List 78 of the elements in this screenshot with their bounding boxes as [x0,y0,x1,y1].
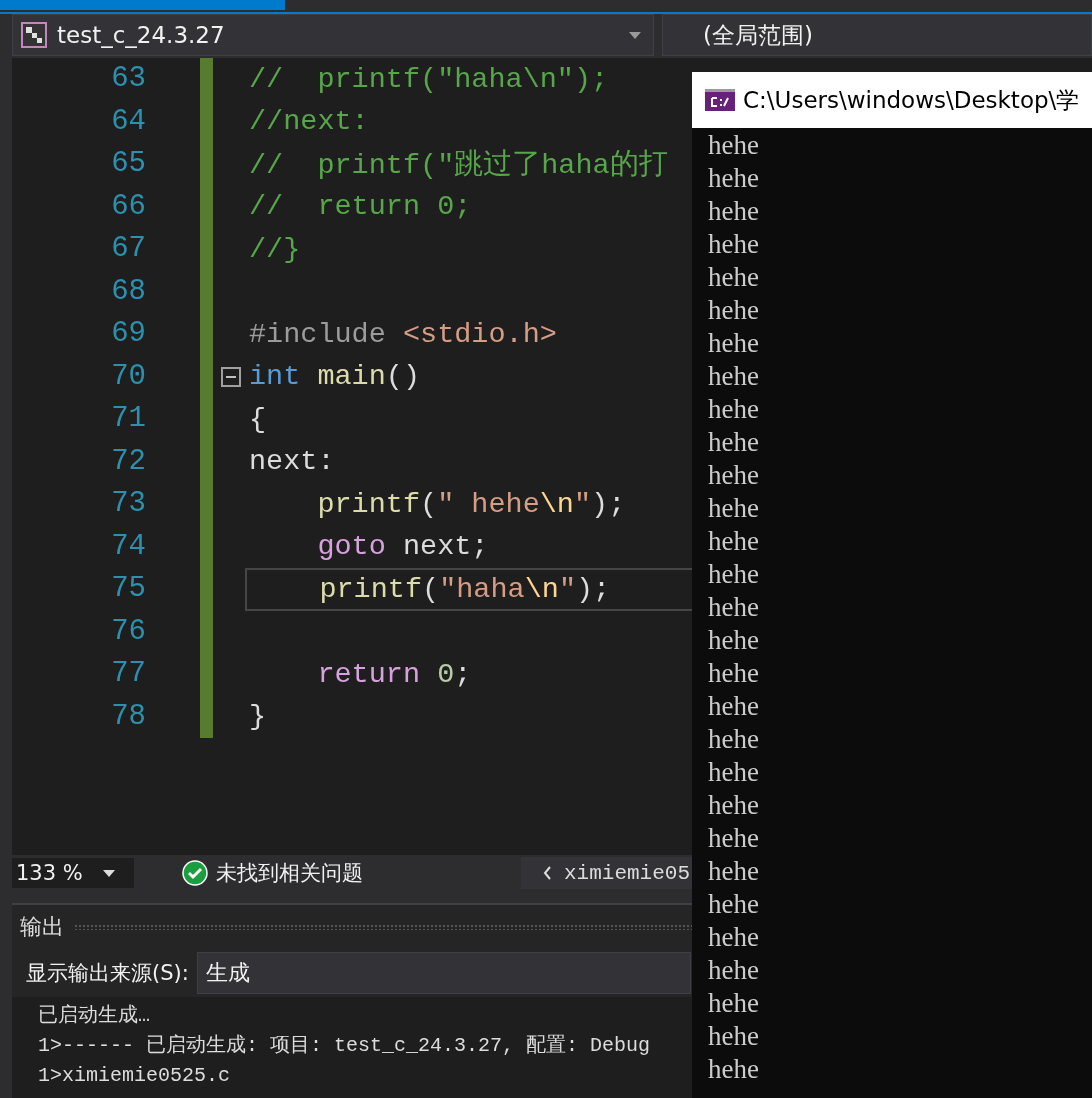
line-number: 72 [110,443,146,480]
console-output-line: hehe [708,723,760,756]
console-icon [705,89,735,111]
source-label: 显示输出来源(S): [26,960,189,987]
console-output-line: hehe [708,1053,760,1086]
code-line: return 0; [316,657,472,691]
caret-icon [629,31,641,39]
console-output-line: hehe [708,591,760,624]
line-number: 68 [110,273,146,310]
console-output-line: hehe [708,294,760,327]
line-number: 69 [110,316,146,352]
line-number: 71 [110,401,146,437]
console-output-line: hehe [708,1020,760,1053]
output-line: 1>------ 已启动生成: 项目: test_c_24.3.27, 配置: Debug [38,1033,651,1059]
console-output-line: hehe [708,855,760,888]
code-line: goto next; [316,530,489,564]
console-output-line: hehe [708,195,760,228]
zoom-dropdown[interactable]: 133 % [12,858,134,888]
code-line: { [249,402,267,436]
console-output-line: hehe [708,261,760,294]
line-number: 63 [110,61,146,97]
console-output-line: hehe [708,327,760,360]
console-output-line: hehe [708,987,760,1020]
scope-dropdown[interactable]: (全局范围) [662,14,1092,56]
panel-title: 输出 [20,913,64,941]
code-line: printf(" hehe\n"); [316,487,626,521]
console-output-line: hehe [708,624,760,657]
console-output-line: hehe [708,756,760,789]
line-number: 66 [110,188,146,225]
console-output-line: hehe [708,426,760,459]
line-number: 65 [110,146,146,182]
navigation-button[interactable]: ximiemie05 [521,857,692,889]
console-output-line: hehe [708,822,760,855]
source-dropdown[interactable]: 生成 [196,952,691,994]
code-line: // return 0; [249,190,472,224]
project-icon [21,22,47,48]
line-number: 67 [110,231,146,267]
console-output-line: hehe [708,492,760,525]
project-dropdown[interactable]: test_c_24.3.27 [12,14,654,56]
code-line: // printf("haha\n"); [249,62,609,96]
line-number: 74 [110,528,146,565]
console-output-line: hehe [708,228,760,261]
console-output-line: hehe [708,525,760,558]
console-output-line: hehe [708,459,760,492]
line-number: 76 [110,613,146,650]
code-line: // printf("跳过了haha的打 [249,148,668,184]
code-line: int main() [249,360,421,394]
console-output-line: hehe [708,162,760,195]
line-number: 70 [110,358,146,395]
output-line: 已启动生成… [38,1003,150,1029]
console-output-line: hehe [708,558,760,591]
code-line: #include <stdio.h> [249,317,557,351]
console-output-line: hehe [708,360,760,393]
console-output-line: hehe [708,690,760,723]
code-line: next: [249,445,335,479]
code-line: } [249,700,267,734]
check-icon [182,860,208,886]
console-output-line: hehe [708,393,760,426]
line-number: 77 [110,656,146,692]
chevron-left-icon [543,866,552,880]
line-number: 73 [110,486,146,522]
output-line: 1>ximiemie0525.c [38,1063,231,1089]
console-output-line: hehe [708,657,760,690]
console-output-line: hehe [708,789,760,822]
code-line: printf("haha\n"); [318,572,611,606]
line-number: 75 [110,571,146,607]
line-number: 78 [110,698,146,735]
window-title: C:\Users\windows\Desktop\学 [743,85,1080,115]
caret-icon [102,869,115,877]
line-number: 64 [110,103,146,140]
issues-status[interactable]: 未找到相关问题 [216,859,363,887]
console-output-line: hehe [708,921,760,954]
code-line: //} [249,232,301,266]
console-output-line: hehe [708,888,760,921]
collapse-icon[interactable] [221,366,241,387]
console-output-line: hehe [708,129,760,162]
code-line: //next: [249,105,369,139]
console-output-line: hehe [708,954,760,987]
